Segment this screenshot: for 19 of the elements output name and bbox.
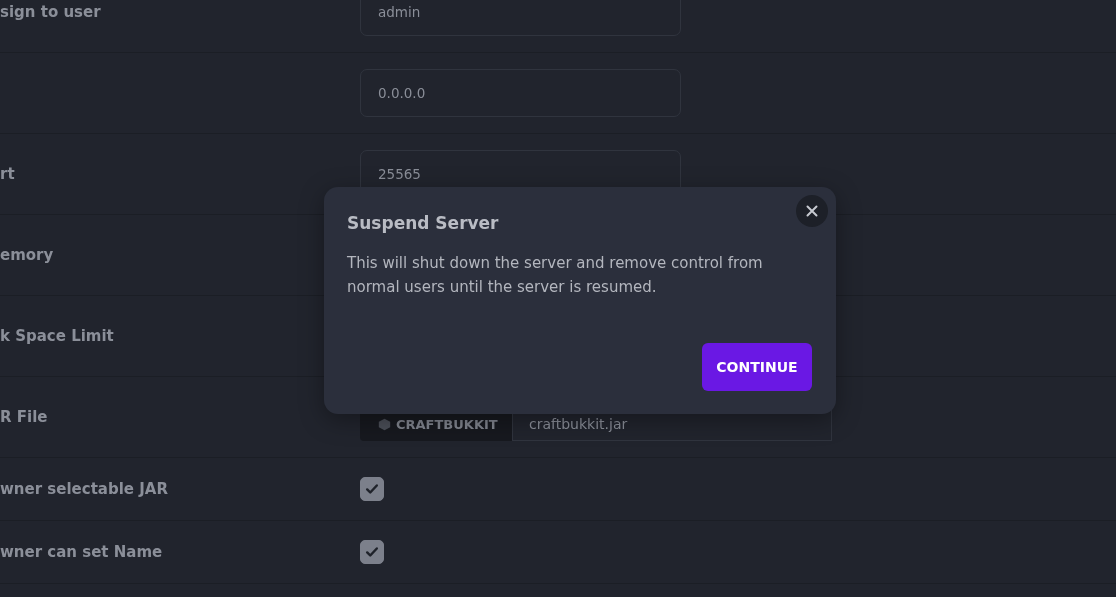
checkmark-icon: [365, 482, 379, 496]
dialog-message: This will shut down the server and remove control from normal users until the server is resumed.: [347, 253, 764, 298]
field-label: emory: [0, 246, 54, 264]
checkbox[interactable]: [360, 477, 384, 501]
field-label: wner selectable JAR: [0, 480, 168, 498]
checkmark-icon: [365, 545, 379, 559]
field-label: R File: [0, 408, 48, 426]
field-label: sign to user: [0, 3, 101, 21]
close-icon: [806, 205, 818, 217]
close-button[interactable]: [796, 195, 828, 227]
text-field[interactable]: 0.0.0.0: [360, 69, 681, 117]
field-label: wner can set Name: [0, 543, 163, 561]
dialog-title: Suspend Server: [347, 213, 500, 233]
field-label: k Space Limit: [0, 327, 114, 345]
checkbox[interactable]: [360, 540, 384, 564]
cube-icon: [378, 417, 391, 431]
text-field[interactable]: admin: [360, 0, 681, 36]
continue-button[interactable]: CONTINUE: [702, 343, 812, 391]
field-label: rt: [0, 165, 15, 183]
